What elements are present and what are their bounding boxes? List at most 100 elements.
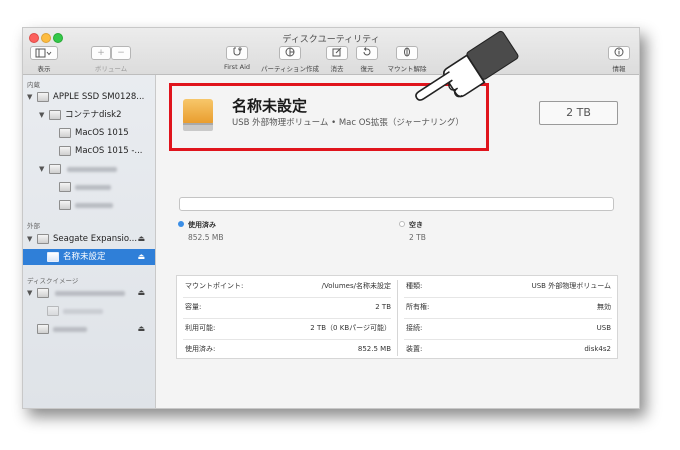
info-key: 容量: — [185, 303, 202, 311]
eject-icon[interactable]: ⏏ — [137, 321, 145, 337]
disclosure-triangle-icon[interactable]: ▼ — [27, 285, 32, 301]
sidebar-item-disk-image[interactable]: ▼ ⏏ — [23, 285, 155, 301]
free-legend-label: 空き — [409, 221, 423, 229]
erase-button[interactable] — [326, 46, 348, 60]
info-row-type: 種類: USB 外部物理ボリューム — [398, 276, 617, 297]
sidebar-item-volume-2[interactable]: MacOS 1015 -... — [23, 143, 155, 159]
used-legend-label: 使用済み — [188, 221, 216, 229]
sidebar-item-disk-image-2[interactable]: ⏏ — [23, 321, 155, 337]
sidebar-item-label: 名称未設定 — [63, 252, 106, 262]
info-key: 装置: — [406, 345, 423, 353]
disk-icon — [49, 164, 61, 174]
info-value: 2 TB — [375, 303, 391, 311]
sidebar-item-volume-1[interactable]: MacOS 1015 — [23, 125, 155, 141]
info-key: 使用済み: — [185, 345, 216, 353]
sidebar-item-label: Seagate Expansio... — [53, 234, 138, 244]
eject-icon[interactable]: ⏏ — [137, 231, 145, 247]
disk-utility-window: ディスクユーティリティ 表示 + − ボリューム First Aid パーティシ… — [22, 27, 640, 409]
container-icon — [49, 110, 61, 120]
info-button[interactable] — [608, 46, 630, 60]
sidebar-item-blurred-disk[interactable]: ▼ — [23, 161, 155, 177]
info-row-available: 利用可能: 2 TB（0 KBパージ可能） — [177, 318, 397, 339]
sidebar-item-label: MacOS 1015 — [75, 128, 129, 138]
partition-label: パーティション作成 — [260, 65, 320, 73]
disk-image-icon — [37, 324, 49, 334]
volume-icon — [59, 128, 71, 138]
usage-bar — [179, 197, 614, 211]
info-value: 852.5 MB — [357, 345, 391, 353]
info-value: 無効 — [597, 303, 611, 311]
sidebar-item-container[interactable]: ▼ コンテナdisk2 — [23, 107, 155, 123]
info-key: 利用可能: — [185, 324, 216, 332]
sidebar-item-internal-disk[interactable]: ▼ APPLE SSD SM0128... — [23, 89, 155, 105]
sidebar-item-blurred-volume-1[interactable] — [23, 179, 155, 195]
info-row-device: 装置: disk4s2 — [398, 339, 617, 360]
info-key: 種類: — [406, 282, 423, 290]
info-icon — [614, 47, 624, 57]
volume-icon — [59, 200, 71, 210]
disclosure-triangle-icon[interactable]: ▼ — [27, 231, 32, 247]
toolbar: ディスクユーティリティ 表示 + − ボリューム First Aid パーティシ… — [23, 28, 639, 75]
info-key: 所有権: — [406, 303, 430, 311]
sidebar-item-label: APPLE SSD SM0128... — [53, 92, 145, 102]
pointing-hand-icon — [415, 30, 519, 101]
volume-label: ボリューム — [94, 65, 128, 73]
sidebar-item-disk-image-volume[interactable] — [23, 303, 155, 319]
row-divider — [183, 339, 391, 340]
redacted-label — [75, 185, 111, 190]
view-label: 表示 — [37, 65, 51, 73]
info-row-capacity: 容量: 2 TB — [177, 297, 397, 318]
eject-icon[interactable]: ⏏ — [137, 249, 145, 265]
eject-icon[interactable]: ⏏ — [137, 285, 145, 301]
partition-button[interactable] — [279, 46, 301, 60]
redacted-label — [55, 291, 125, 296]
add-volume-button[interactable]: + — [91, 46, 111, 60]
disclosure-triangle-icon[interactable]: ▼ — [39, 161, 44, 177]
info-value: disk4s2 — [584, 345, 611, 353]
stethoscope-icon — [233, 47, 242, 56]
info-row-owners: 所有権: 無効 — [398, 297, 617, 318]
first-aid-label: First Aid — [223, 63, 251, 71]
volume-icon — [59, 182, 71, 192]
volume-size-badge: 2 TB — [539, 101, 618, 125]
restore-button[interactable] — [356, 46, 378, 60]
disclosure-triangle-icon[interactable]: ▼ — [39, 107, 44, 123]
row-divider — [404, 318, 612, 319]
disk-icon — [37, 234, 49, 244]
info-label: 情報 — [612, 65, 626, 73]
info-value: USB 外部物理ボリューム — [531, 282, 611, 290]
erase-label: 消去 — [330, 65, 344, 73]
remove-volume-button[interactable]: − — [111, 46, 131, 60]
section-internal: 内蔵 — [27, 81, 40, 89]
row-divider — [404, 339, 612, 340]
partition-icon — [285, 47, 295, 57]
info-row-used: 使用済み: 852.5 MB — [177, 339, 397, 360]
first-aid-button[interactable] — [226, 46, 248, 60]
view-button[interactable] — [30, 46, 58, 60]
sidebar-icon — [35, 48, 52, 58]
sidebar-item-label: MacOS 1015 -... — [75, 146, 143, 156]
free-value: 2 TB — [409, 233, 426, 242]
disclosure-triangle-icon[interactable]: ▼ — [27, 89, 32, 105]
row-divider — [183, 297, 391, 298]
info-value: /Volumes/名称未設定 — [321, 282, 391, 290]
info-row-mount-point: マウントポイント: /Volumes/名称未設定 — [177, 276, 397, 297]
row-divider — [183, 318, 391, 319]
redacted-label — [75, 203, 113, 208]
restore-label: 復元 — [360, 65, 374, 73]
sidebar-item-blurred-volume-2[interactable] — [23, 197, 155, 213]
erase-icon — [332, 47, 342, 57]
info-key: マウントポイント: — [185, 282, 244, 290]
sidebar: 内蔵 ▼ APPLE SSD SM0128... ▼ コンテナdisk2 Mac… — [23, 75, 156, 408]
redacted-label — [53, 327, 87, 332]
section-disk-images: ディスクイメージ — [27, 277, 79, 285]
info-table: マウントポイント: /Volumes/名称未設定 容量: 2 TB 利用可能: … — [176, 275, 618, 359]
used-legend-dot — [178, 221, 184, 227]
redacted-label — [63, 309, 103, 314]
column-divider — [397, 280, 398, 356]
sidebar-item-selected-volume[interactable]: 名称未設定 ⏏ — [23, 249, 155, 265]
sidebar-item-external-disk[interactable]: ▼ Seagate Expansio... ⏏ — [23, 231, 155, 247]
volume-icon — [47, 306, 59, 316]
info-value: 2 TB（0 KBパージ可能） — [310, 324, 391, 332]
redacted-label — [67, 167, 117, 172]
